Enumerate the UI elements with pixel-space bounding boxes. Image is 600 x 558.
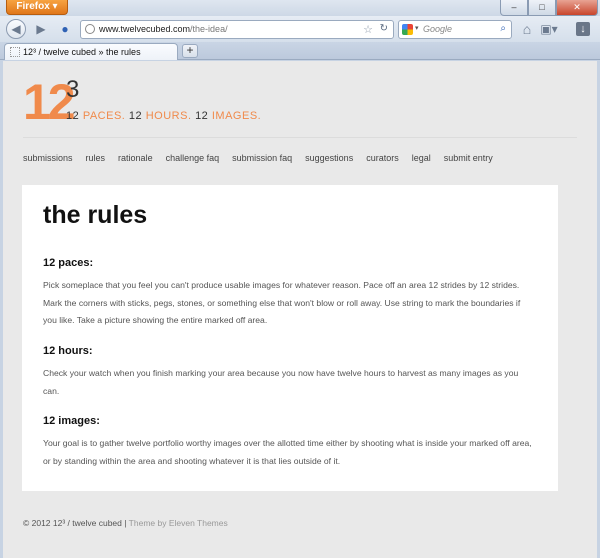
nav-item-submission-faq[interactable]: submission faq	[232, 153, 292, 163]
nav-item-submissions[interactable]: submissions	[23, 153, 73, 163]
url-domain: www.twelvecubed.com	[99, 24, 191, 34]
section-heading-paces: 12 paces:	[43, 257, 94, 269]
nav-item-suggestions[interactable]: suggestions	[305, 153, 353, 163]
tagline-word: PACES.	[82, 110, 126, 122]
header-divider	[23, 137, 577, 138]
content-panel: the rules 12 paces: Pick someplace that …	[22, 185, 558, 491]
tagline-word: IMAGES.	[211, 110, 262, 122]
url-bar[interactable]: www.twelvecubed.com/the-idea/ ☆ ↻	[80, 20, 394, 39]
back-icon[interactable]: ◀	[6, 19, 26, 39]
logo-superscript: 3	[66, 76, 80, 103]
search-placeholder[interactable]: Google	[423, 24, 452, 34]
minimize-button[interactable]: –	[500, 0, 528, 16]
home-icon[interactable]: ⌂	[518, 20, 536, 38]
window-controls: – □ ✕	[500, 0, 598, 16]
section-text-paces: Pick someplace that you feel you can't p…	[43, 280, 521, 325]
maximize-button[interactable]: □	[528, 0, 556, 16]
section-text-images: Your goal is to gather twelve portfolio …	[43, 438, 532, 466]
page-title: the rules	[43, 201, 148, 229]
firefox-menu-label: Firefox	[16, 1, 50, 12]
footer-copyright: © 2012 12³ / twelve cubed |	[23, 518, 127, 528]
nav-item-rationale[interactable]: rationale	[118, 153, 153, 163]
url-path: /the-idea/	[190, 24, 228, 34]
tab-active[interactable]: 12³ / twelve cubed » the rules	[4, 43, 178, 60]
site-footer: © 2012 12³ / twelve cubed | Theme by Ele…	[23, 518, 228, 528]
tagline-word: HOURS.	[145, 110, 192, 122]
close-button[interactable]: ✕	[556, 0, 598, 16]
globe-icon	[85, 24, 95, 34]
reload-icon[interactable]: ↻	[380, 23, 388, 34]
tab-bar: 12³ / twelve cubed » the rules +	[0, 42, 600, 60]
footer-theme-link[interactable]: Theme by Eleven Themes	[129, 518, 228, 528]
nav-item-legal[interactable]: legal	[412, 153, 431, 163]
section-heading-images: 12 images:	[43, 415, 100, 427]
page-viewport: 12 3 12 PACES. 12 HOURS. 12 IMAGES. subm…	[3, 61, 597, 558]
star-icon[interactable]: ☆	[363, 23, 373, 36]
chevron-down-icon[interactable]: ▾	[415, 24, 419, 32]
tab-title: 12³ / twelve cubed » the rules	[23, 47, 141, 57]
new-tab-button[interactable]: +	[182, 44, 198, 58]
search-engine-icon[interactable]	[402, 24, 413, 35]
navigation-toolbar: ◀ ▶ ● www.twelvecubed.com/the-idea/ ☆ ↻ …	[0, 16, 600, 42]
bookmarks-icon[interactable]: ▣▾	[540, 20, 558, 38]
search-bar[interactable]: ▾ Google ⌕	[398, 20, 512, 39]
downloads-icon[interactable]: ↓	[576, 22, 590, 36]
nav-item-rules[interactable]: rules	[86, 153, 106, 163]
tagline-num: 12	[66, 110, 80, 122]
magnifier-icon[interactable]: ⌕	[500, 23, 506, 34]
tagline-num: 12	[128, 110, 143, 122]
section-heading-hours: 12 hours:	[43, 345, 93, 357]
site-identity-icon[interactable]: ●	[56, 20, 74, 38]
nav-item-challenge-faq[interactable]: challenge faq	[166, 153, 220, 163]
nav-item-curators[interactable]: curators	[366, 153, 399, 163]
site-nav: submissions rules rationale challenge fa…	[23, 153, 506, 163]
tab-favicon-icon	[10, 47, 20, 57]
tagline-num: 12	[195, 110, 209, 122]
nav-item-submit-entry[interactable]: submit entry	[444, 153, 493, 163]
section-text-hours: Check your watch when you finish marking…	[43, 368, 519, 396]
window-titlebar: Firefox ▾ – □ ✕	[0, 0, 600, 16]
firefox-menu-button[interactable]: Firefox ▾	[6, 0, 68, 15]
forward-icon[interactable]: ▶	[32, 20, 50, 38]
site-tagline: 12 PACES. 12 HOURS. 12 IMAGES.	[66, 110, 261, 122]
url-text: www.twelvecubed.com/the-idea/	[99, 24, 228, 34]
